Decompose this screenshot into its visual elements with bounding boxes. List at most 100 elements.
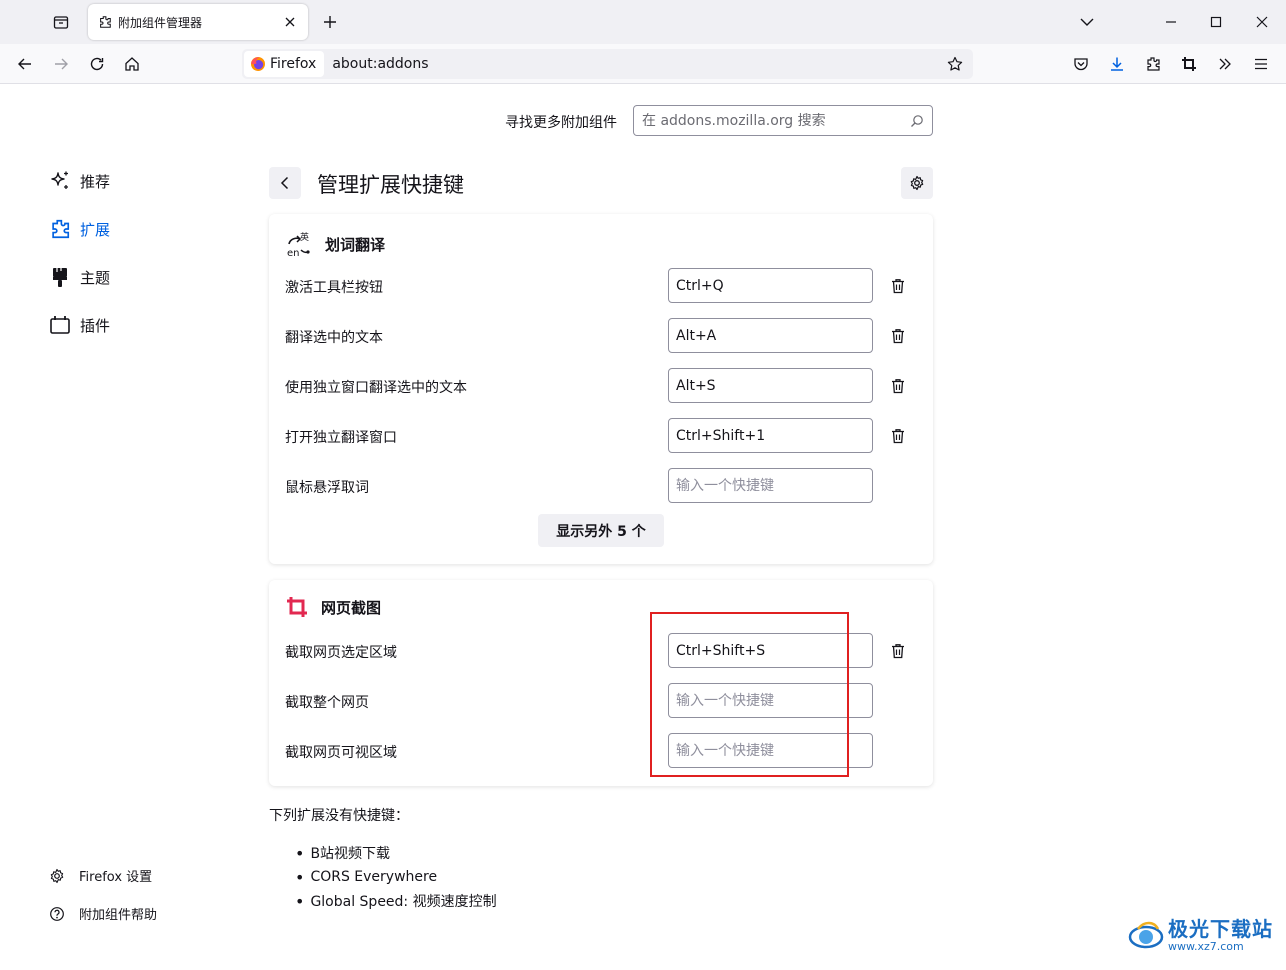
watermark: 极光下载站 www.xz7.com xyxy=(1128,917,1273,953)
firefox-view-button[interactable] xyxy=(44,8,78,36)
show-more-shortcuts-button[interactable]: 显示另外 5 个 xyxy=(538,514,664,547)
extension-header: 网页截图 xyxy=(285,595,381,619)
remove-shortcut-button[interactable] xyxy=(888,326,908,346)
arrow-left-icon xyxy=(18,58,31,70)
no-shortcuts-title: 下列扩展没有快捷键： xyxy=(269,808,409,824)
extension-card-translate: 英 en 划词翻译 激活工具栏按钮 翻译选中的文本 使用独立窗口翻译选中的文本 … xyxy=(269,214,933,564)
svg-text:英: 英 xyxy=(300,231,309,243)
translate-extension-icon: 英 en xyxy=(287,231,310,258)
screenshot-button[interactable] xyxy=(1175,50,1203,78)
watermark-title: 极光下载站 xyxy=(1168,916,1273,941)
firefox-view-icon xyxy=(53,16,69,29)
shortcut-row: 截取网页选定区域 xyxy=(285,633,917,668)
home-button[interactable] xyxy=(118,50,146,78)
remove-shortcut-button[interactable] xyxy=(888,376,908,396)
tab-bar: 附加组件管理器 xyxy=(0,0,1286,44)
addons-help-link[interactable]: 附加组件帮助 xyxy=(48,904,157,923)
shortcut-label: 鼠标悬浮取词 xyxy=(285,480,369,496)
shortcut-input[interactable] xyxy=(668,633,873,668)
sidebar-item-label: 推荐 xyxy=(80,172,111,191)
back-button[interactable] xyxy=(11,50,39,78)
shortcut-row: 鼠标悬浮取词 xyxy=(285,468,917,503)
url-text[interactable]: about:addons xyxy=(332,56,941,72)
shortcut-input[interactable] xyxy=(668,683,873,718)
sidebar-item-recommendations[interactable]: 推荐 xyxy=(48,169,110,193)
shortcut-label: 打开独立翻译窗口 xyxy=(285,430,397,446)
tab-close-button[interactable] xyxy=(282,14,298,30)
shortcut-row: 激活工具栏按钮 xyxy=(285,268,917,303)
no-shortcuts-list: B站视频下载 CORS Everywhere Global Speed: 视频速… xyxy=(295,841,496,913)
pocket-button[interactable] xyxy=(1067,50,1095,78)
shortcut-label: 翻译选中的文本 xyxy=(285,330,383,346)
shortcut-row: 使用独立窗口翻译选中的文本 xyxy=(285,368,917,403)
app-menu-button[interactable] xyxy=(1247,50,1275,78)
search-label: 寻找更多附加组件 xyxy=(505,115,617,131)
home-icon xyxy=(125,57,139,71)
shortcut-input[interactable] xyxy=(668,318,873,353)
shortcut-input[interactable] xyxy=(668,368,873,403)
identity-label: Firefox xyxy=(270,56,317,72)
firefox-settings-label: Firefox 设置 xyxy=(79,870,153,885)
puzzle-icon xyxy=(100,16,111,28)
shortcut-input[interactable] xyxy=(668,418,873,453)
list-all-tabs-button[interactable] xyxy=(1072,8,1102,36)
shortcut-row: 截取整个网页 xyxy=(285,683,917,718)
pocket-icon xyxy=(1074,58,1088,71)
gear-icon xyxy=(910,175,924,191)
arrow-right-icon xyxy=(55,58,68,70)
sidebar-item-label: 插件 xyxy=(80,316,111,335)
sidebar-item-extensions[interactable]: 扩展 xyxy=(48,217,110,241)
remove-shortcut-button[interactable] xyxy=(888,426,908,446)
maximize-button[interactable] xyxy=(1201,8,1231,36)
sidebar-item-plugins[interactable]: 插件 xyxy=(48,313,110,337)
svg-text:en: en xyxy=(287,248,300,258)
extensions-button[interactable] xyxy=(1139,50,1167,78)
tab-addons-manager[interactable]: 附加组件管理器 xyxy=(88,4,308,40)
shortcut-row: 翻译选中的文本 xyxy=(285,318,917,353)
address-bar[interactable]: Firefox about:addons xyxy=(242,49,973,79)
plus-icon xyxy=(324,16,336,28)
list-item: Global Speed: 视频速度控制 xyxy=(295,889,496,913)
close-window-button[interactable] xyxy=(1247,8,1277,36)
shortcut-row: 截取网页可视区域 xyxy=(285,733,917,768)
overflow-button[interactable] xyxy=(1211,50,1239,78)
plugin-icon xyxy=(50,316,70,334)
addons-search-input[interactable] xyxy=(642,112,910,129)
crop-icon xyxy=(287,597,307,617)
remove-shortcut-button[interactable] xyxy=(888,276,908,296)
shortcut-input[interactable] xyxy=(668,468,873,503)
page-title: 管理扩展快捷键 xyxy=(317,173,464,197)
reload-button[interactable] xyxy=(83,50,111,78)
maximize-icon xyxy=(1210,16,1222,28)
close-icon xyxy=(285,17,295,27)
extension-card-screenshot: 网页截图 截取网页选定区域 截取整个网页 截取网页可视区域 xyxy=(269,580,933,786)
search-icon xyxy=(911,114,923,127)
extension-header: 英 en 划词翻译 xyxy=(285,230,385,258)
firefox-settings-link[interactable]: Firefox 设置 xyxy=(48,866,152,885)
identity-box[interactable]: Firefox xyxy=(244,51,325,77)
puzzle-icon xyxy=(1147,57,1160,71)
shortcut-label: 使用独立窗口翻译选中的文本 xyxy=(285,380,467,396)
sidebar-item-label: 扩展 xyxy=(80,220,111,239)
addons-search-box[interactable] xyxy=(633,105,933,136)
tools-menu-button[interactable] xyxy=(901,167,933,199)
remove-shortcut-button[interactable] xyxy=(888,641,908,661)
sidebar-item-themes[interactable]: 主题 xyxy=(48,265,110,289)
puzzle-icon xyxy=(52,219,70,239)
watermark-url: www.xz7.com xyxy=(1168,939,1244,953)
tab-title: 附加组件管理器 xyxy=(118,15,203,30)
sidebar-item-label: 主题 xyxy=(80,268,111,287)
trash-icon xyxy=(892,644,904,659)
back-to-extensions-button[interactable] xyxy=(269,167,301,199)
downloads-button[interactable] xyxy=(1103,50,1131,78)
chevron-down-icon xyxy=(1080,18,1094,26)
bookmark-star-button[interactable] xyxy=(941,50,969,78)
close-icon xyxy=(1256,16,1268,28)
shortcut-input[interactable] xyxy=(668,733,873,768)
shortcut-input[interactable] xyxy=(668,268,873,303)
minimize-button[interactable] xyxy=(1156,8,1186,36)
firefox-logo-icon xyxy=(251,57,265,71)
addons-help-label: 附加组件帮助 xyxy=(79,908,158,923)
forward-button[interactable] xyxy=(47,50,75,78)
new-tab-button[interactable] xyxy=(318,10,342,34)
